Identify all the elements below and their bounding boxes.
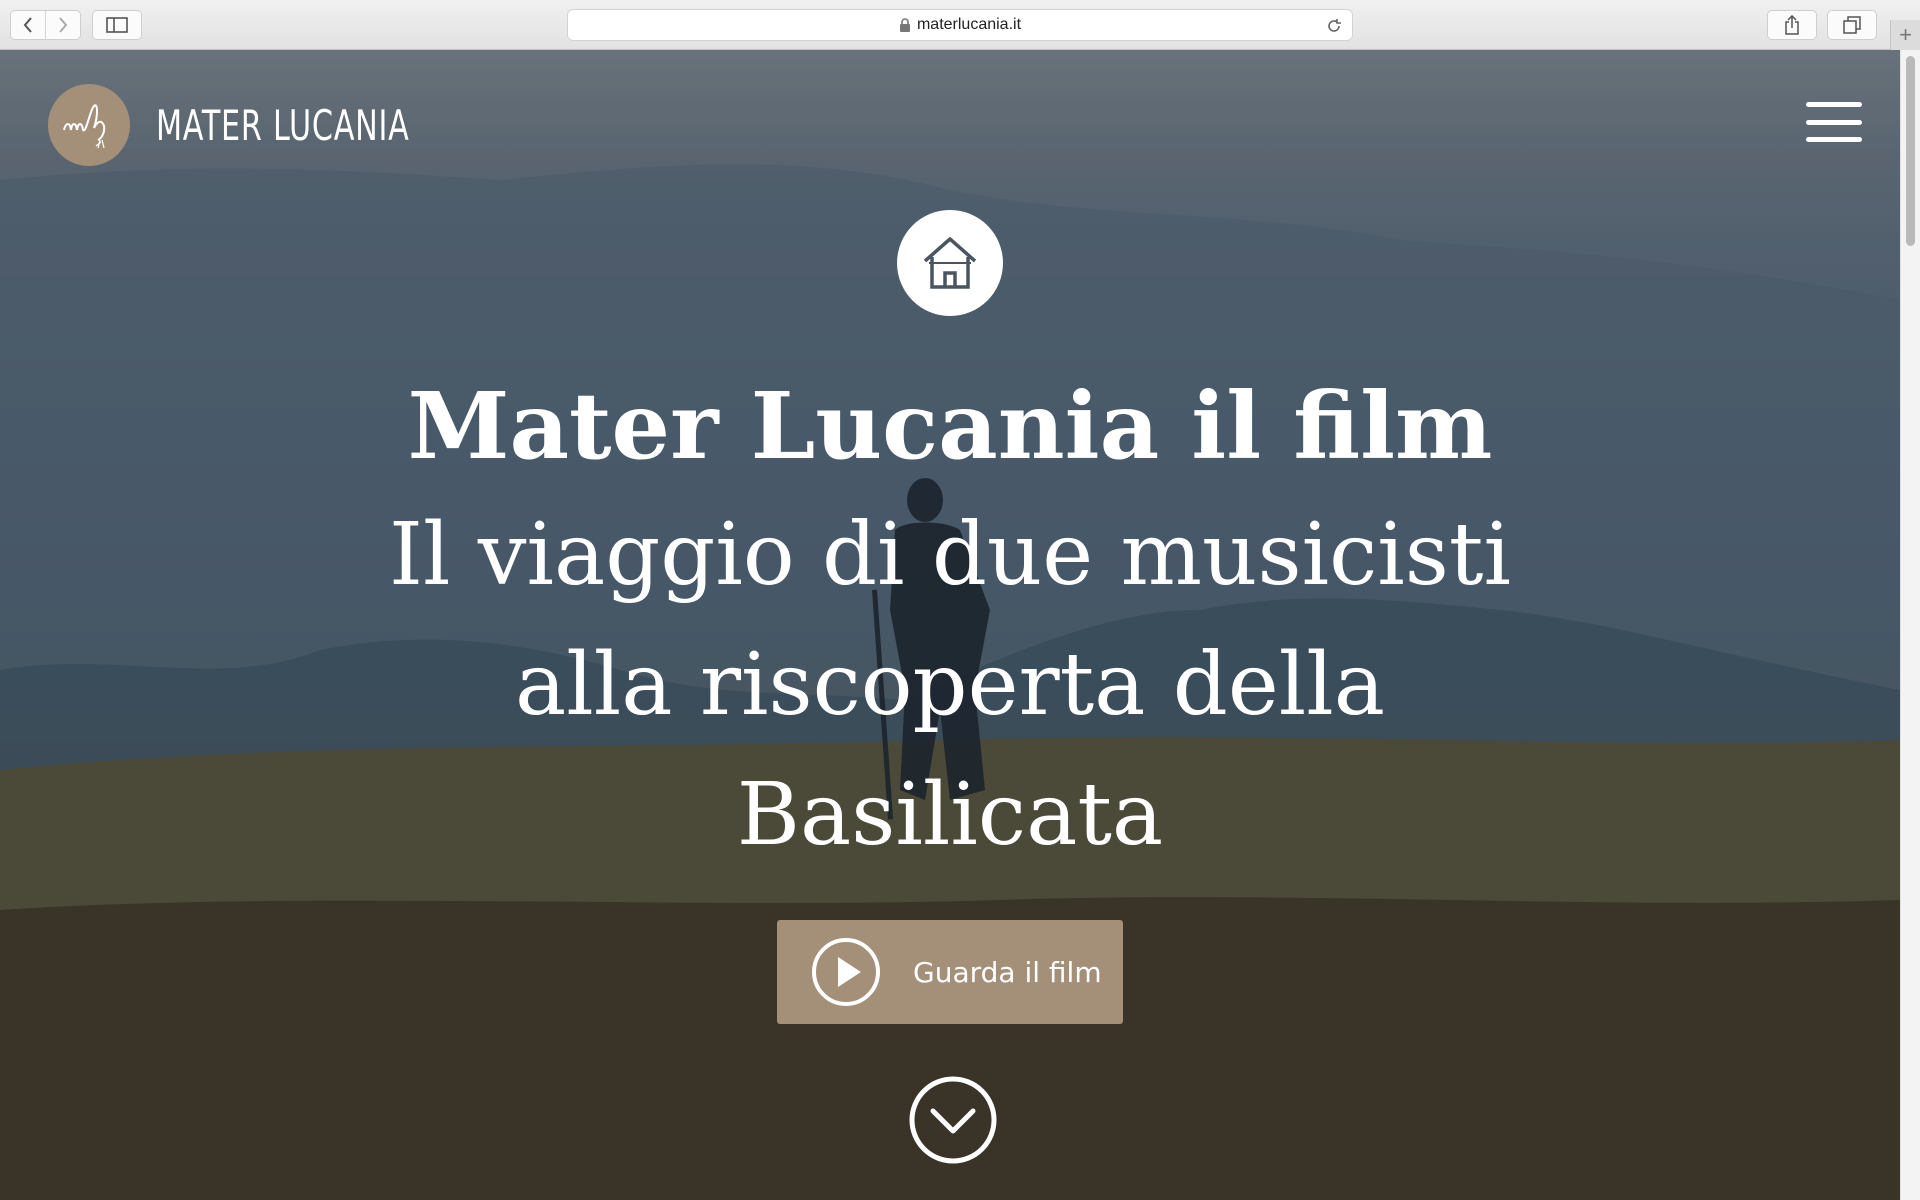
- hamburger-icon-bar: [1806, 119, 1862, 125]
- hero-title: Mater Lucania il film: [407, 372, 1493, 480]
- history-nav: [10, 10, 81, 40]
- site-logo[interactable]: MATER LUCANIA: [48, 84, 508, 166]
- hero-subtitle-line: Il viaggio di due musicisti: [389, 505, 1511, 605]
- play-icon: [812, 938, 880, 1006]
- sidebar-button[interactable]: [92, 10, 142, 40]
- home-badge: [897, 210, 1003, 316]
- browser-toolbar: materlucania.it +: [0, 0, 1920, 50]
- back-button[interactable]: [11, 11, 45, 39]
- new-tab-button[interactable]: +: [1890, 20, 1920, 50]
- watch-film-button[interactable]: Guarda il film: [777, 920, 1123, 1024]
- forward-button[interactable]: [45, 11, 80, 39]
- tabs-overview-button[interactable]: [1827, 10, 1877, 40]
- chevron-down-circle-icon: [909, 1076, 997, 1164]
- hamburger-icon-bar: [1806, 137, 1862, 142]
- hero-subtitle-line: alla riscoperta della: [514, 635, 1386, 735]
- plus-icon: +: [1899, 22, 1912, 47]
- reload-icon: [1328, 19, 1341, 32]
- scrollbar-thumb[interactable]: [1906, 56, 1915, 246]
- hero-headline: Mater Lucania il film Il viaggio di due …: [300, 362, 1600, 880]
- hero-subtitle-line: Basilicata: [736, 765, 1164, 865]
- watch-film-label: Guarda il film: [913, 955, 1102, 989]
- chevron-left-icon: [23, 17, 32, 33]
- lock-icon: [899, 18, 911, 32]
- share-icon: [1785, 15, 1799, 35]
- share-button[interactable]: [1767, 10, 1817, 40]
- chevron-right-icon: [59, 17, 68, 33]
- hamburger-icon-bar: [1806, 102, 1862, 107]
- site-name: MATER LUCANIA: [156, 100, 410, 150]
- hamburger-menu-button[interactable]: [1806, 102, 1862, 142]
- house-icon: [923, 237, 977, 289]
- logo-monogram-icon: [48, 84, 130, 166]
- scroll-down-button[interactable]: [908, 1075, 998, 1165]
- address-bar[interactable]: materlucania.it: [567, 9, 1353, 41]
- url-text: materlucania.it: [916, 16, 1022, 33]
- reload-button[interactable]: [1324, 16, 1344, 36]
- hero-section: MATER LUCANIA Mater Lucania il film Il v…: [0, 50, 1900, 1200]
- tabs-overview-icon: [1843, 16, 1861, 34]
- sidebar-icon: [106, 17, 128, 33]
